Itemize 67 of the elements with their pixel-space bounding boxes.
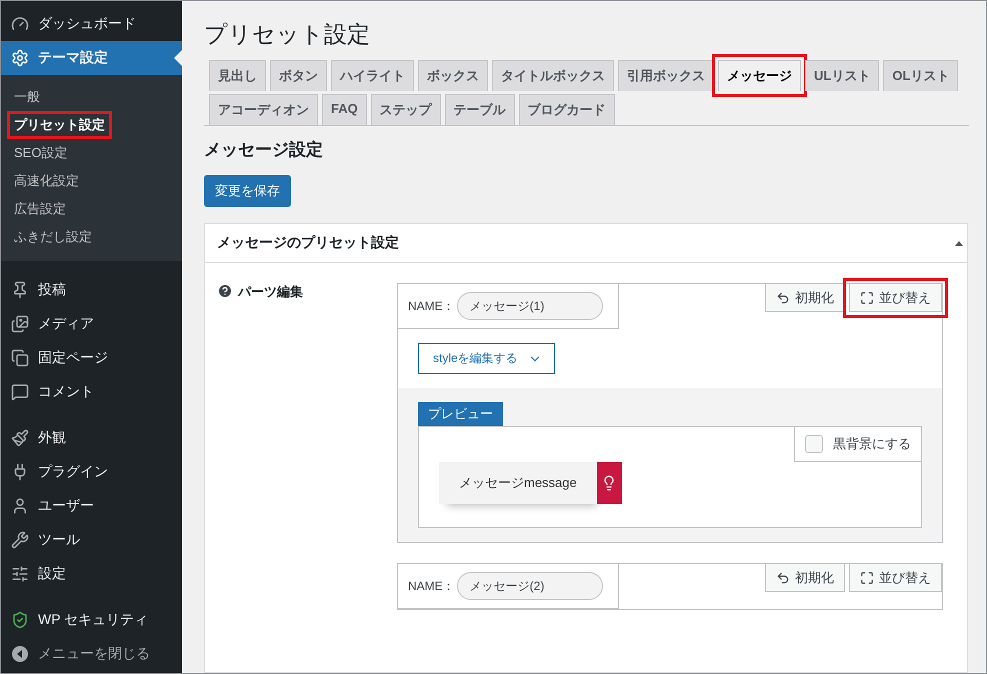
sidebar-item[interactable]: ツール: [1, 523, 182, 557]
sidebar-item[interactable]: メディア: [1, 307, 182, 341]
sliders-icon: [11, 565, 29, 583]
style-dropdown-button[interactable]: styleを編集する: [418, 343, 555, 374]
submenu-item[interactable]: SEO設定: [7, 139, 74, 167]
tab[interactable]: ステップ: [370, 94, 441, 125]
tab[interactable]: タイトルボックス: [492, 60, 614, 91]
tab[interactable]: ハイライト: [331, 60, 414, 91]
tab[interactable]: ブログカード: [518, 94, 615, 125]
checkbox-label: 黒背景にする: [833, 435, 911, 453]
sidebar-item[interactable]: テーマ設定: [1, 41, 182, 75]
comment-icon: [11, 383, 29, 401]
tab[interactable]: ボタン: [270, 60, 327, 91]
sidebar-item[interactable]: 設定: [1, 557, 182, 591]
tab[interactable]: OLリスト: [883, 60, 958, 91]
gear-icon: [11, 49, 29, 67]
submenu-item[interactable]: 高速化設定: [7, 167, 86, 195]
submenu-item[interactable]: 一般: [7, 83, 47, 111]
undo-icon: [776, 290, 790, 304]
tab[interactable]: アコーディオン: [209, 94, 318, 125]
card-title: メッセージのプリセット設定: [217, 234, 399, 252]
collapse-icon: [11, 645, 29, 663]
sidebar-item[interactable]: 投稿: [1, 273, 182, 307]
name-field[interactable]: メッセージ(1): [456, 292, 603, 320]
sidebar-item[interactable]: ユーザー: [1, 489, 182, 523]
name-label: NAME：: [408, 578, 455, 594]
help-icon[interactable]: [217, 283, 233, 299]
name-field[interactable]: メッセージ(2): [456, 572, 603, 600]
reset-button[interactable]: 初期化: [765, 564, 845, 592]
collapse-triangle-icon[interactable]: [955, 240, 963, 246]
wrench-icon: [11, 531, 29, 549]
lightbulb-icon: [596, 462, 622, 504]
sidebar-item[interactable]: メニューを閉じる: [1, 637, 182, 671]
tab[interactable]: FAQ: [322, 94, 367, 125]
paintbrush-icon: [11, 429, 29, 447]
tab[interactable]: ULリスト: [805, 60, 880, 91]
sidebar-item[interactable]: コメント: [1, 375, 182, 409]
field-label: パーツ編集: [238, 283, 303, 301]
sidebar-item[interactable]: ダッシュボード: [1, 7, 182, 41]
tab[interactable]: テーブル: [444, 94, 515, 125]
sidebar-item[interactable]: WP セキュリティ: [1, 603, 182, 637]
submenu-item[interactable]: ふきだし設定: [7, 223, 99, 251]
sort-button[interactable]: 並び替え: [849, 564, 942, 592]
name-label: NAME：: [408, 298, 455, 314]
checkbox[interactable]: [805, 435, 823, 453]
message-sample: メッセージmessage: [439, 462, 597, 504]
pages-icon: [11, 349, 29, 367]
media-icon: [11, 315, 29, 333]
undo-icon: [776, 570, 790, 584]
tab[interactable]: ボックス: [418, 60, 488, 91]
reset-button[interactable]: 初期化: [765, 284, 845, 312]
submenu-item[interactable]: プリセット設定: [7, 111, 112, 139]
gauge-icon: [11, 15, 29, 33]
submenu-item[interactable]: 広告設定: [7, 195, 73, 223]
tab[interactable]: 引用ボックス: [618, 60, 714, 91]
dark-background-option[interactable]: 黒背景にする: [794, 427, 921, 462]
pin-icon: [11, 281, 29, 299]
section-title: メッセージ設定: [204, 139, 324, 161]
sidebar-item[interactable]: 固定ページ: [1, 341, 182, 375]
page-title: プリセット設定: [204, 20, 371, 49]
save-button[interactable]: 変更を保存: [204, 175, 291, 207]
user-icon: [11, 497, 29, 515]
tab[interactable]: 見出し: [209, 60, 266, 91]
preview-label: プレビュー: [418, 402, 503, 426]
sidebar-item[interactable]: プラグイン: [1, 455, 182, 489]
shield-icon: [11, 611, 29, 629]
sidebar-item[interactable]: 外観: [1, 421, 182, 455]
